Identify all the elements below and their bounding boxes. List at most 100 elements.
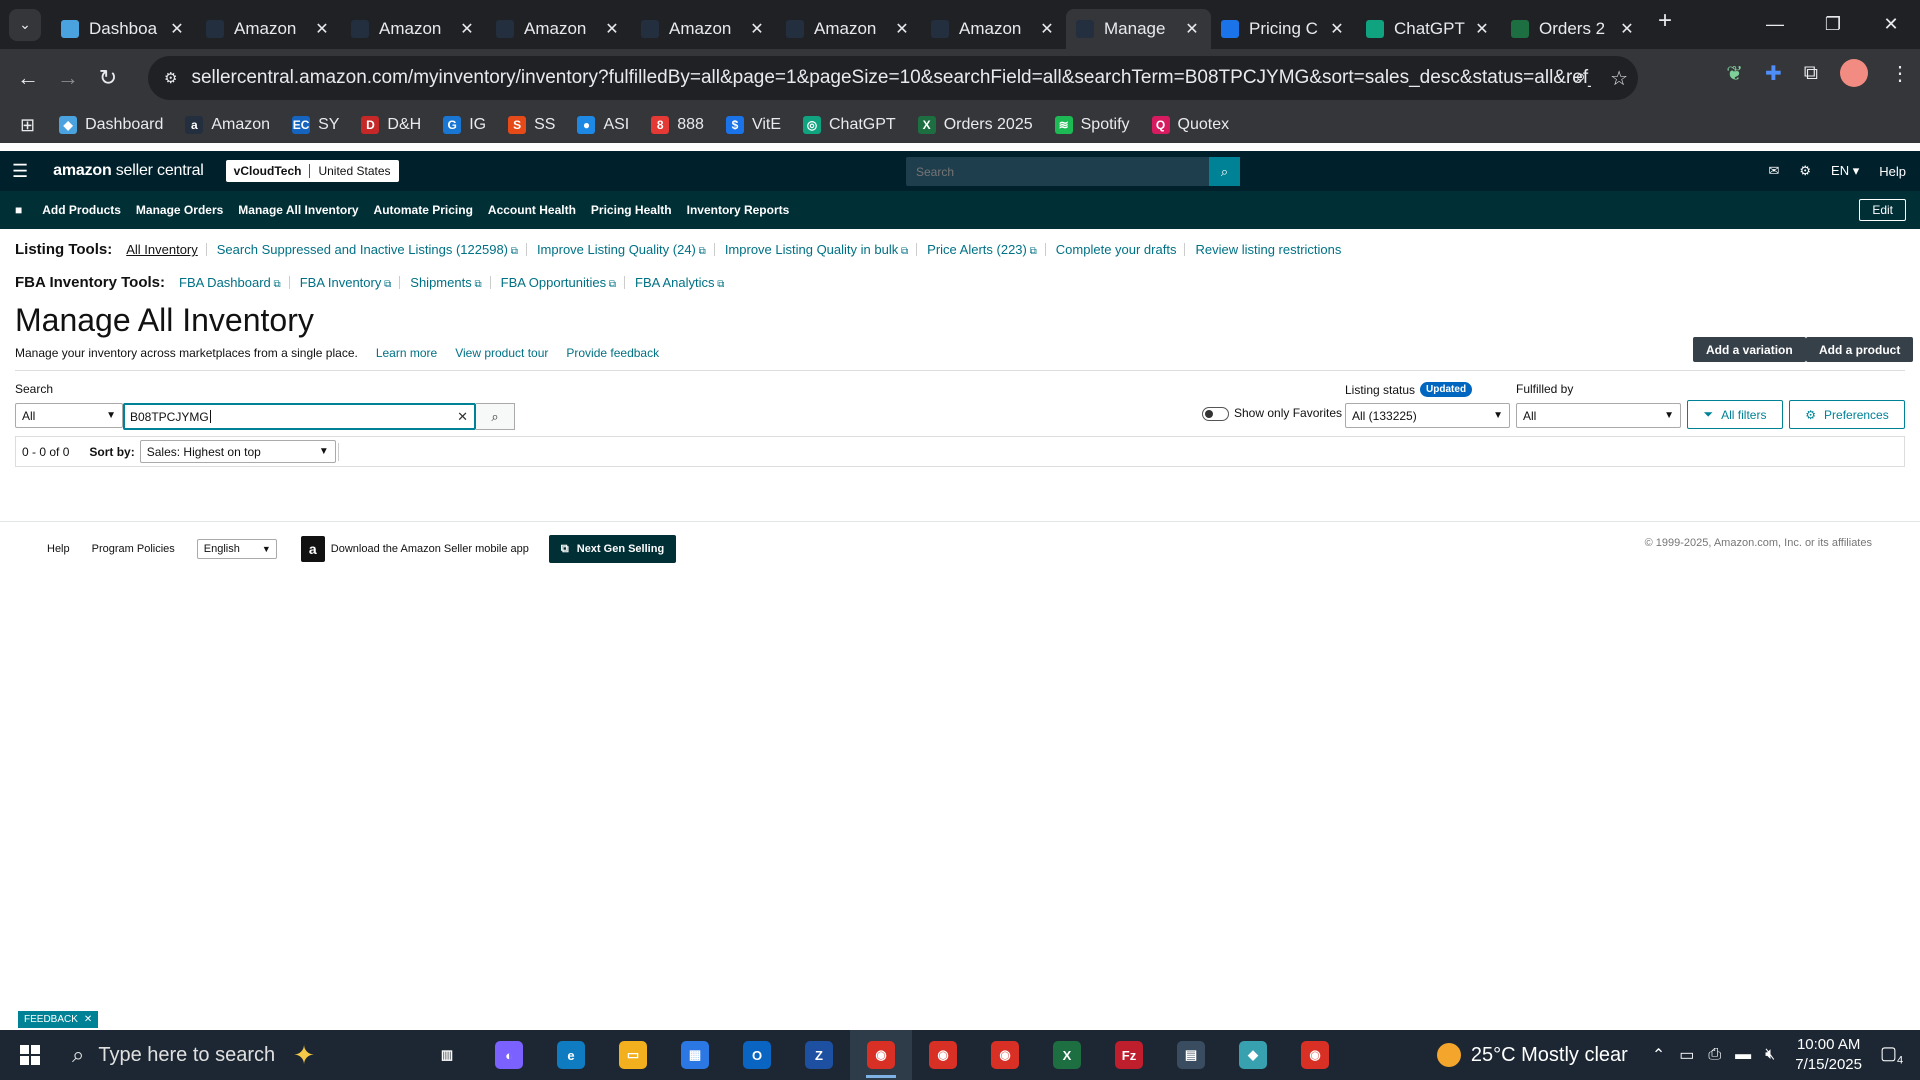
apps-grid-icon[interactable]: ⊞ <box>20 115 35 136</box>
nav-pricing-health[interactable]: Pricing Health <box>591 203 672 217</box>
all-filters-button[interactable]: ⏷ All filters <box>1687 400 1783 429</box>
nav-manage-orders[interactable]: Manage Orders <box>136 203 223 217</box>
bookmark-item[interactable]: X Orders 2025 <box>917 116 1033 134</box>
site-info-icon[interactable]: ⚙ <box>164 69 177 87</box>
show-hidden-icons-icon[interactable]: ⌃ <box>1652 1045 1665 1065</box>
back-button[interactable]: ← <box>8 58 48 98</box>
minimize-button[interactable]: — <box>1746 0 1804 49</box>
extension-puzzle-blue-icon[interactable]: ✚ <box>1765 61 1782 86</box>
language-selector[interactable]: EN ▾ <box>1831 163 1859 179</box>
learn-more-link[interactable]: Learn more <box>376 346 437 360</box>
footer-language-select[interactable]: English ▼ <box>196 539 277 559</box>
product-tour-link[interactable]: View product tour <box>455 346 548 360</box>
nav-account-health[interactable]: Account Health <box>488 203 576 217</box>
taskbar-search[interactable]: ⌕ Type here to search ✦ <box>60 1030 400 1080</box>
favorites-toggle[interactable] <box>1202 407 1229 421</box>
fba-tool-link[interactable]: FBA Dashboard ⧉ <box>179 275 281 290</box>
close-tab-icon[interactable]: ✕ <box>603 19 621 39</box>
browser-tab[interactable]: Amazon ✕ <box>776 9 921 49</box>
close-icon[interactable]: ✕ <box>84 1014 92 1025</box>
bookmark-item[interactable]: S SS <box>508 116 555 134</box>
browser-tab[interactable]: Amazon ✕ <box>196 9 341 49</box>
browser-tab[interactable]: Pricing C ✕ <box>1211 9 1356 49</box>
taskbar-app[interactable]: e <box>540 1030 602 1080</box>
close-tab-icon[interactable]: ✕ <box>1473 19 1491 39</box>
bookmark-item[interactable]: ● ASI <box>577 116 629 134</box>
browser-tab[interactable]: Orders 2 ✕ <box>1501 9 1646 49</box>
bookmark-item[interactable]: D D&H <box>361 116 421 134</box>
fulfilled-by-select[interactable]: All ▼ <box>1516 403 1681 428</box>
taskbar-app[interactable]: Z <box>788 1030 850 1080</box>
fba-tool-link[interactable]: FBA Opportunities ⧉ <box>501 275 616 290</box>
close-tab-icon[interactable]: ✕ <box>1183 19 1201 39</box>
taskbar-app[interactable]: ▦ <box>664 1030 726 1080</box>
listing-tool-link[interactable]: All Inventory <box>126 242 198 257</box>
reload-button[interactable]: ↻ <box>88 58 128 98</box>
footer-help-link[interactable]: Help <box>47 543 70 555</box>
taskbar-app[interactable]: ◐ <box>478 1030 540 1080</box>
store-switcher[interactable]: vCloudTech United States <box>225 160 399 182</box>
forward-button[interactable]: → <box>48 58 88 98</box>
close-tab-icon[interactable]: ✕ <box>1328 19 1346 39</box>
edit-nav-button[interactable]: Edit <box>1859 199 1906 221</box>
taskbar-app[interactable]: ▥ <box>416 1030 478 1080</box>
feedback-tab[interactable]: FEEDBACK ✕ <box>18 1011 99 1028</box>
bookmark-item[interactable]: G IG <box>443 116 486 134</box>
bookmark-star-icon[interactable]: ☆ <box>1610 66 1628 91</box>
next-gen-selling-button[interactable]: ⧉ Next Gen Selling <box>548 535 677 563</box>
bookmark-item[interactable]: ◎ ChatGPT <box>803 116 896 134</box>
seller-central-logo[interactable]: amazon seller central <box>53 162 204 180</box>
nav-automate-pricing[interactable]: Automate Pricing <box>374 203 473 217</box>
browser-tab[interactable]: Dashboa ✕ <box>51 9 196 49</box>
search-submit-button[interactable]: ⌕ <box>476 403 515 430</box>
taskbar-app[interactable]: Fz <box>1098 1030 1160 1080</box>
listing-tool-link[interactable]: Complete your drafts <box>1056 242 1177 257</box>
hamburger-menu-icon[interactable]: ☰ <box>12 161 28 182</box>
close-window-button[interactable]: ✕ <box>1862 0 1920 49</box>
battery-icon[interactable]: ▬ <box>1735 1046 1751 1064</box>
close-tab-icon[interactable]: ✕ <box>168 19 186 39</box>
provide-feedback-link[interactable]: Provide feedback <box>566 346 659 360</box>
listing-tool-link[interactable]: Review listing restrictions <box>1195 242 1341 257</box>
header-search-button[interactable]: ⌕ <box>1209 157 1240 186</box>
browser-tab[interactable]: Amazon ✕ <box>631 9 776 49</box>
bookmark-item[interactable]: ◆ Dashboard <box>59 116 163 134</box>
zoom-icon[interactable]: ⌕ <box>1575 66 1586 91</box>
taskbar-app[interactable]: O <box>726 1030 788 1080</box>
nav-bookmark-icon[interactable]: ■ <box>15 203 22 217</box>
taskbar-app[interactable]: ▤ <box>1160 1030 1222 1080</box>
bookmark-item[interactable]: EC SY <box>292 116 339 134</box>
header-search-input[interactable] <box>906 164 1206 179</box>
profile-avatar[interactable] <box>1840 59 1868 87</box>
extensions-icon[interactable]: ⧉ <box>1804 62 1818 85</box>
display-icon[interactable]: ▭ <box>1679 1045 1694 1065</box>
chrome-menu-icon[interactable]: ⋮ <box>1890 61 1910 86</box>
volume-icon[interactable]: 🔇︎ <box>1765 1046 1775 1064</box>
close-tab-icon[interactable]: ✕ <box>893 19 911 39</box>
mobile-app-link[interactable]: a Download the Amazon Seller mobile app <box>300 536 529 562</box>
bookmark-item[interactable]: Q Quotex <box>1151 116 1229 134</box>
taskbar-app[interactable]: ◉ <box>912 1030 974 1080</box>
taskbar-app[interactable]: ◉ <box>850 1030 912 1080</box>
close-tab-icon[interactable]: ✕ <box>1038 19 1056 39</box>
bookmark-item[interactable]: a Amazon <box>185 116 270 134</box>
program-policies-link[interactable]: Program Policies <box>92 543 175 555</box>
extension-feather-icon[interactable]: ❦ <box>1726 61 1743 86</box>
nav-add-products[interactable]: Add Products <box>42 203 121 217</box>
close-tab-icon[interactable]: ✕ <box>1618 19 1636 39</box>
taskbar-app[interactable]: ◉ <box>1284 1030 1346 1080</box>
fba-tool-link[interactable]: FBA Analytics ⧉ <box>635 275 724 290</box>
start-button[interactable] <box>0 1045 60 1065</box>
add-product-button[interactable]: Add a product <box>1806 337 1914 362</box>
device-icon[interactable]: ⎙ <box>1708 1046 1721 1064</box>
add-variation-button[interactable]: Add a variation <box>1693 337 1806 362</box>
nav-inventory-reports[interactable]: Inventory Reports <box>687 203 790 217</box>
search-field-select[interactable]: All ▼ <box>15 403 123 428</box>
listing-tool-link[interactable]: Search Suppressed and Inactive Listings … <box>217 242 518 257</box>
new-tab-button[interactable]: + <box>1658 7 1672 35</box>
bookmark-item[interactable]: ≋ Spotify <box>1054 116 1130 134</box>
bookmark-item[interactable]: 8 888 <box>651 116 704 134</box>
help-link[interactable]: Help <box>1879 164 1906 179</box>
taskbar-app[interactable]: ▭ <box>602 1030 664 1080</box>
address-bar[interactable]: ⚙ sellercentral.amazon.com/myinventory/i… <box>148 56 1638 100</box>
